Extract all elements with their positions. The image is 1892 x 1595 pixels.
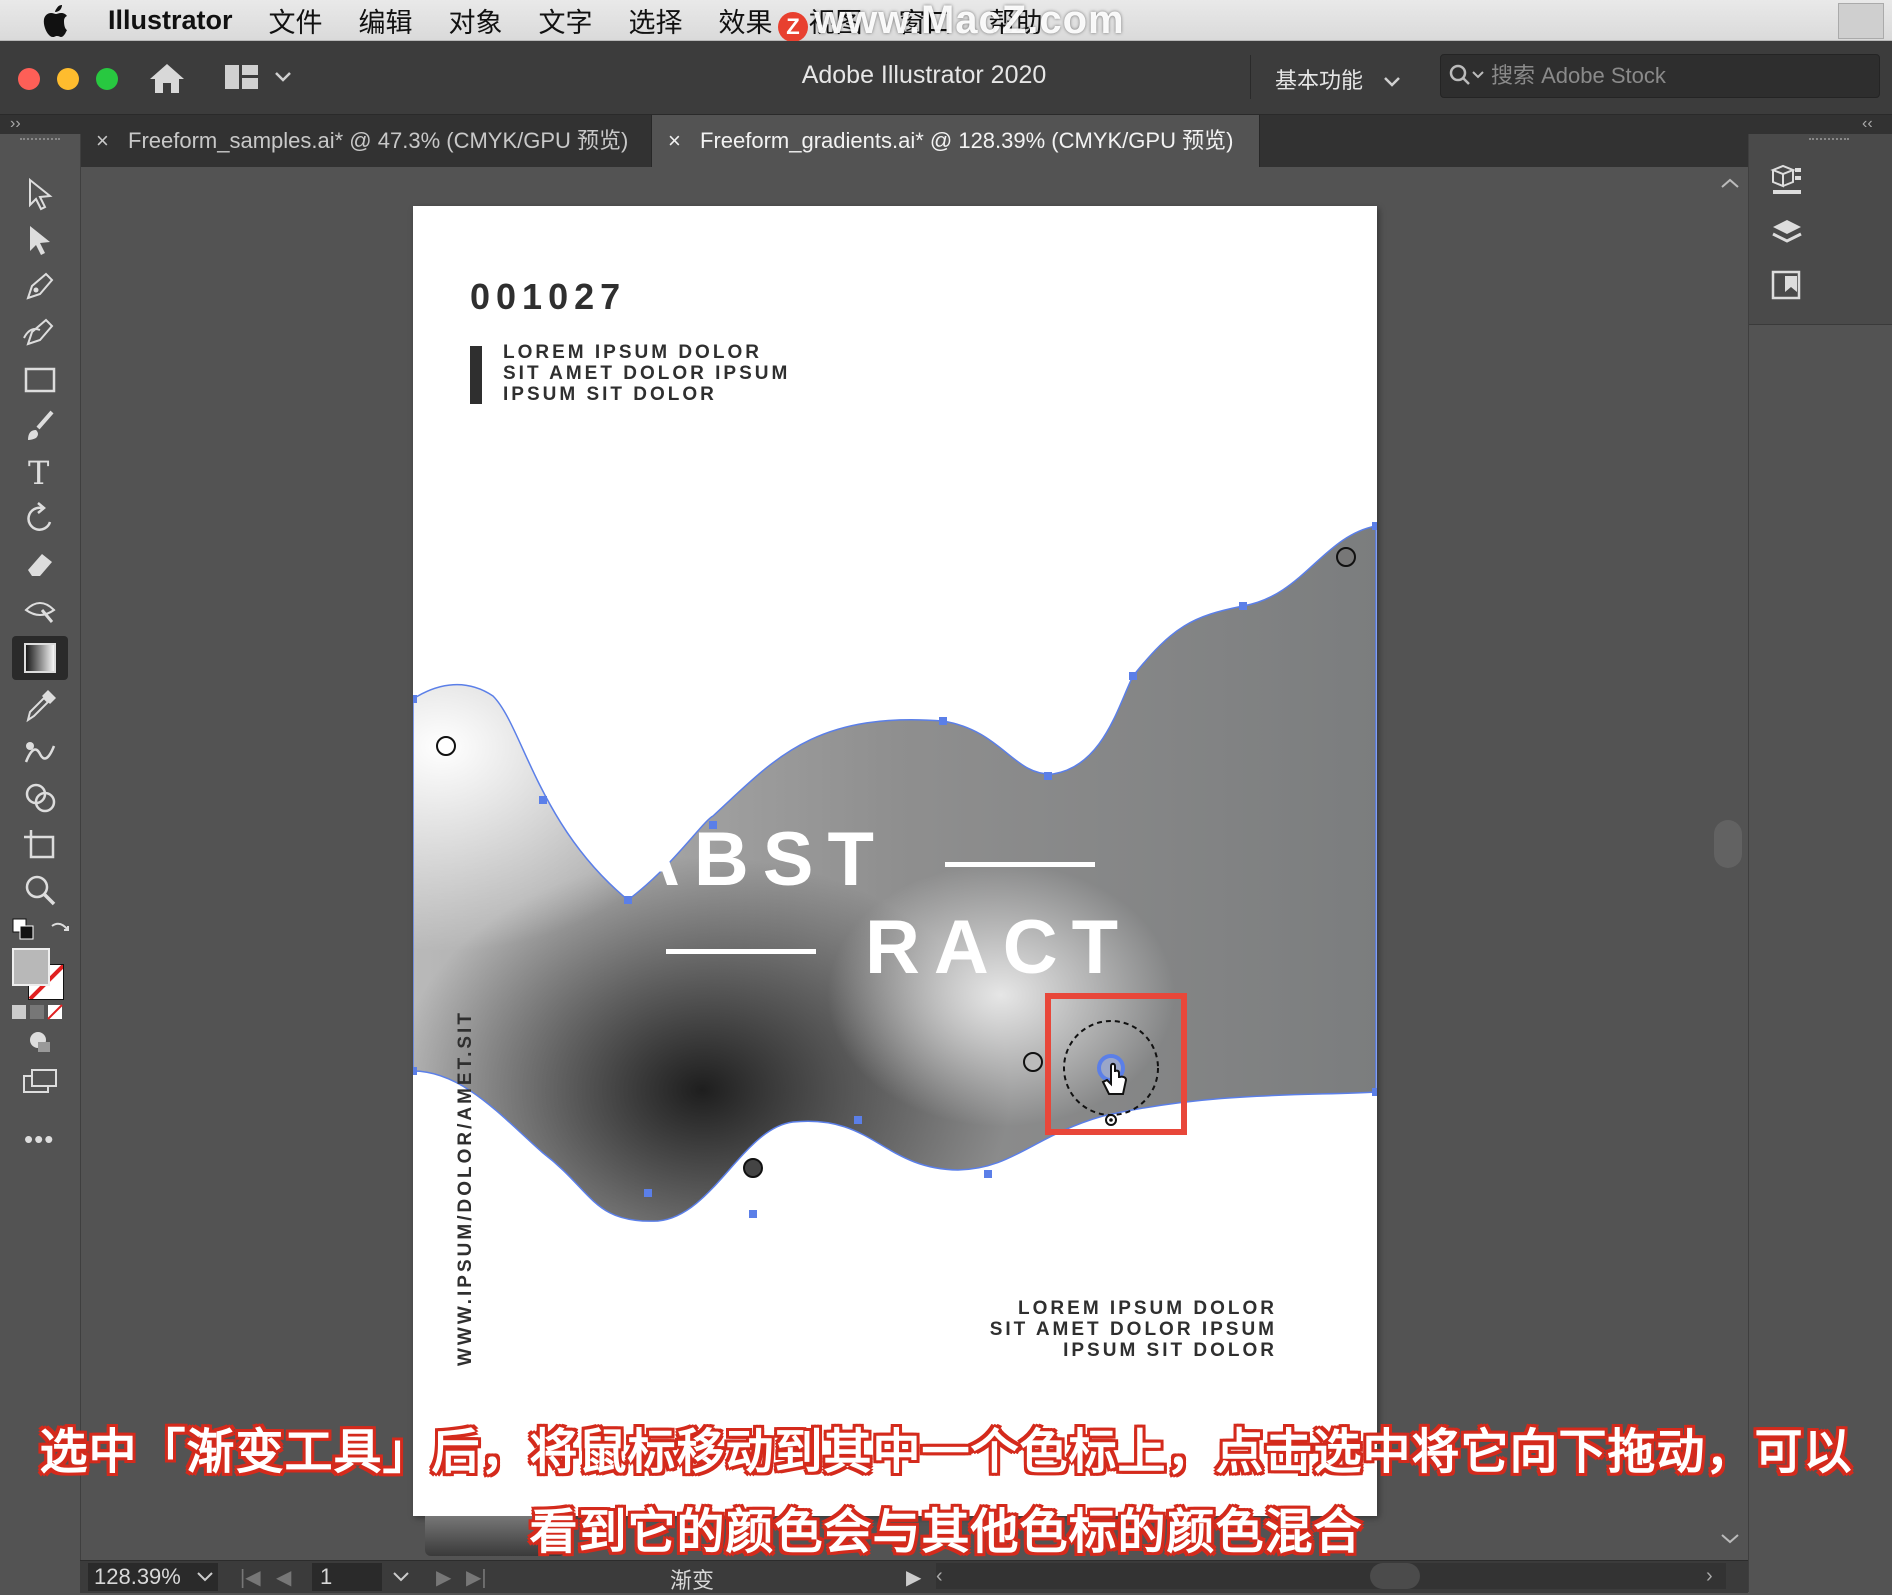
chevron-down-icon xyxy=(1384,77,1401,87)
more-tools-icon[interactable]: ••• xyxy=(24,1124,54,1155)
poster-vertical-url: WWW.IPSUM/DOLOR/AMET.SIT xyxy=(455,1010,476,1366)
fill-swatch[interactable] xyxy=(12,948,50,986)
poster-title-line1: ABST xyxy=(625,817,888,902)
next-artboard-icon[interactable]: ▶ xyxy=(436,1565,451,1590)
pen-tool-icon[interactable] xyxy=(20,266,60,306)
tab-freeform-gradients[interactable]: × Freeform_gradients.ai* @ 128.39% (CMYK… xyxy=(652,115,1260,167)
curvature-tool-icon[interactable] xyxy=(20,312,60,352)
swap-fill-stroke-icon[interactable] xyxy=(48,918,72,942)
title-rule xyxy=(945,862,1095,867)
highlight-box xyxy=(1045,993,1187,1135)
workspace-label: 基本功能 xyxy=(1275,68,1364,93)
caption-line-1: 选中「渐变工具」后，将鼠标移动到其中一个色标上，点击选中将它向下拖动，可以 xyxy=(39,1426,1853,1479)
menu-file[interactable]: 文件 xyxy=(269,1,323,40)
poster-line: IPSUM SIT DOLOR xyxy=(1063,1340,1277,1361)
stock-search-input[interactable]: 搜索 Adobe Stock xyxy=(1440,54,1880,98)
layers-icon[interactable] xyxy=(1767,214,1807,254)
poster-line: SIT AMET DOLOR IPSUM xyxy=(989,1319,1277,1340)
status-bar: 128.39% |◀ ◀ 1 ▶ ▶| 渐变 ▶ ‹ › xyxy=(80,1560,1748,1593)
menu-object[interactable]: 对象 xyxy=(449,1,503,40)
tab-freeform-samples[interactable]: × Freeform_samples.ai* @ 47.3% (CMYK/GPU… xyxy=(80,115,652,167)
artboard-number-field[interactable]: 1 xyxy=(312,1563,382,1591)
search-icon xyxy=(1449,64,1484,85)
artboard[interactable]: 001027 LOREM IPSUM DOLOR SIT AMET DOLOR … xyxy=(413,206,1377,1516)
color-mode-buttons[interactable] xyxy=(12,1004,68,1020)
close-icon[interactable]: × xyxy=(96,115,109,167)
gradient-tool-icon[interactable] xyxy=(12,636,68,680)
app-titlebar: Adobe Illustrator 2020 基本功能 搜索 Adobe Sto… xyxy=(0,41,1892,115)
scroll-up-icon[interactable] xyxy=(1718,176,1742,190)
direct-selection-tool-icon[interactable] xyxy=(20,220,60,260)
vertical-scrollbar[interactable] xyxy=(1712,170,1748,1560)
panel-grip xyxy=(20,138,60,144)
document-tab-bar: ›› × Freeform_samples.ai* @ 47.3% (CMYK/… xyxy=(0,115,1892,167)
rectangle-tool-icon[interactable] xyxy=(20,360,60,400)
menu-select[interactable]: 选择 xyxy=(629,1,683,40)
tools-panel: T ••• xyxy=(0,134,81,1592)
current-tool-status: 渐变 xyxy=(670,1568,715,1593)
poster-line: LOREM IPSUM DOLOR xyxy=(1018,1298,1277,1319)
divider xyxy=(1250,55,1251,99)
menu-effect[interactable]: 效果 xyxy=(719,1,773,40)
close-icon[interactable]: × xyxy=(668,115,681,167)
workspace-switcher[interactable]: 基本功能 xyxy=(1275,63,1401,95)
chevron-down-icon[interactable] xyxy=(392,1571,410,1583)
title-rule xyxy=(666,949,816,954)
apple-icon[interactable] xyxy=(40,2,74,38)
horizontal-scrollbar[interactable]: ‹ › xyxy=(936,1563,1726,1589)
caption-line-2: 看到它的颜色会与其他色标的颜色混合 xyxy=(529,1506,1363,1559)
selection-tool-icon[interactable] xyxy=(20,174,60,214)
fill-stroke-swatch[interactable] xyxy=(12,948,68,1004)
watermark-label: www.MacZ.com xyxy=(814,0,1125,42)
search-placeholder: 搜索 Adobe Stock xyxy=(1491,63,1666,88)
status-menu-icon[interactable]: ▶ xyxy=(906,1565,921,1590)
menu-type[interactable]: 文字 xyxy=(539,1,593,40)
scroll-right-icon[interactable]: › xyxy=(1706,1565,1713,1588)
menubar-overflow-button[interactable] xyxy=(1838,3,1884,39)
eyedropper-tool-icon[interactable] xyxy=(20,686,60,726)
poster-text-bottom: LOREM IPSUM DOLOR SIT AMET DOLOR IPSUM I… xyxy=(990,1298,1277,1361)
collapse-panels-icon[interactable]: ‹‹ xyxy=(1862,115,1873,133)
watermark-text: www.MacZ.com xyxy=(778,0,1125,43)
screen-mode-icon[interactable] xyxy=(20,1062,60,1102)
first-artboard-icon[interactable]: |◀ xyxy=(240,1565,261,1590)
tab-label: Freeform_samples.ai* @ 47.3% (CMYK/GPU 预… xyxy=(128,128,629,153)
rotate-tool-icon[interactable] xyxy=(20,498,60,538)
menu-app-name[interactable]: Illustrator xyxy=(108,5,233,36)
type-tool-icon[interactable]: T xyxy=(20,452,60,492)
scrollbar-thumb[interactable] xyxy=(1370,1563,1420,1589)
panel-grip xyxy=(1809,138,1849,144)
shape-builder-tool-icon[interactable] xyxy=(20,778,60,818)
scrollbar-thumb[interactable] xyxy=(1714,820,1742,868)
libraries-icon[interactable] xyxy=(1767,266,1807,306)
default-fill-stroke-icon[interactable] xyxy=(12,918,34,940)
width-tool-icon[interactable] xyxy=(20,590,60,630)
tab-label: Freeform_gradients.ai* @ 128.39% (CMYK/G… xyxy=(700,128,1234,153)
chevron-down-icon[interactable] xyxy=(196,1571,214,1583)
scroll-left-icon[interactable]: ‹ xyxy=(936,1565,943,1588)
poster-title-line2: RACT xyxy=(865,905,1133,990)
blend-tool-icon[interactable] xyxy=(20,732,60,772)
svg-text:T: T xyxy=(28,454,50,492)
zoom-tool-icon[interactable] xyxy=(20,870,60,910)
menu-edit[interactable]: 编辑 xyxy=(359,1,413,40)
last-artboard-icon[interactable]: ▶| xyxy=(466,1565,487,1590)
artboard-tool-icon[interactable] xyxy=(20,824,60,864)
panel-group xyxy=(1749,134,1892,325)
draw-mode-icon[interactable] xyxy=(20,1022,60,1062)
eraser-tool-icon[interactable] xyxy=(20,544,60,584)
paintbrush-tool-icon[interactable] xyxy=(20,406,60,446)
previous-artboard-icon[interactable]: ◀ xyxy=(276,1565,291,1590)
properties-icon[interactable] xyxy=(1767,160,1807,200)
right-panel-dock xyxy=(1748,134,1892,1592)
collapse-toolbar-icon[interactable]: ›› xyxy=(10,115,21,133)
